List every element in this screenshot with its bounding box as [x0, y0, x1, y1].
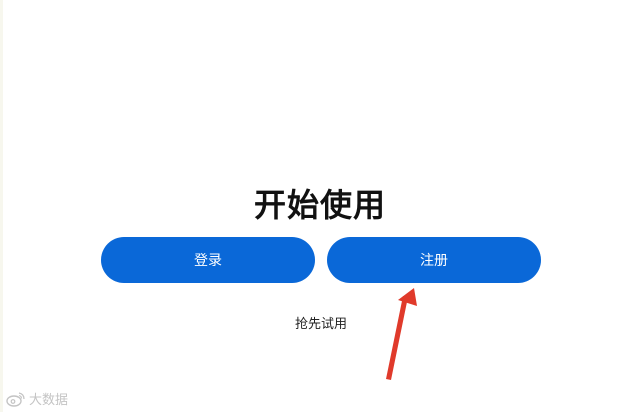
weibo-logo-icon	[6, 391, 25, 407]
login-button[interactable]: 登录	[101, 237, 315, 283]
page-title: 开始使用	[253, 186, 386, 224]
register-button[interactable]: 注册	[327, 237, 541, 283]
page: 开始使用 登录 注册 抢先试用 大数据	[0, 0, 633, 412]
trial-link[interactable]: 抢先试用	[0, 313, 633, 332]
watermark-text: 大数据	[29, 393, 69, 408]
watermark: 大数据	[6, 389, 68, 408]
